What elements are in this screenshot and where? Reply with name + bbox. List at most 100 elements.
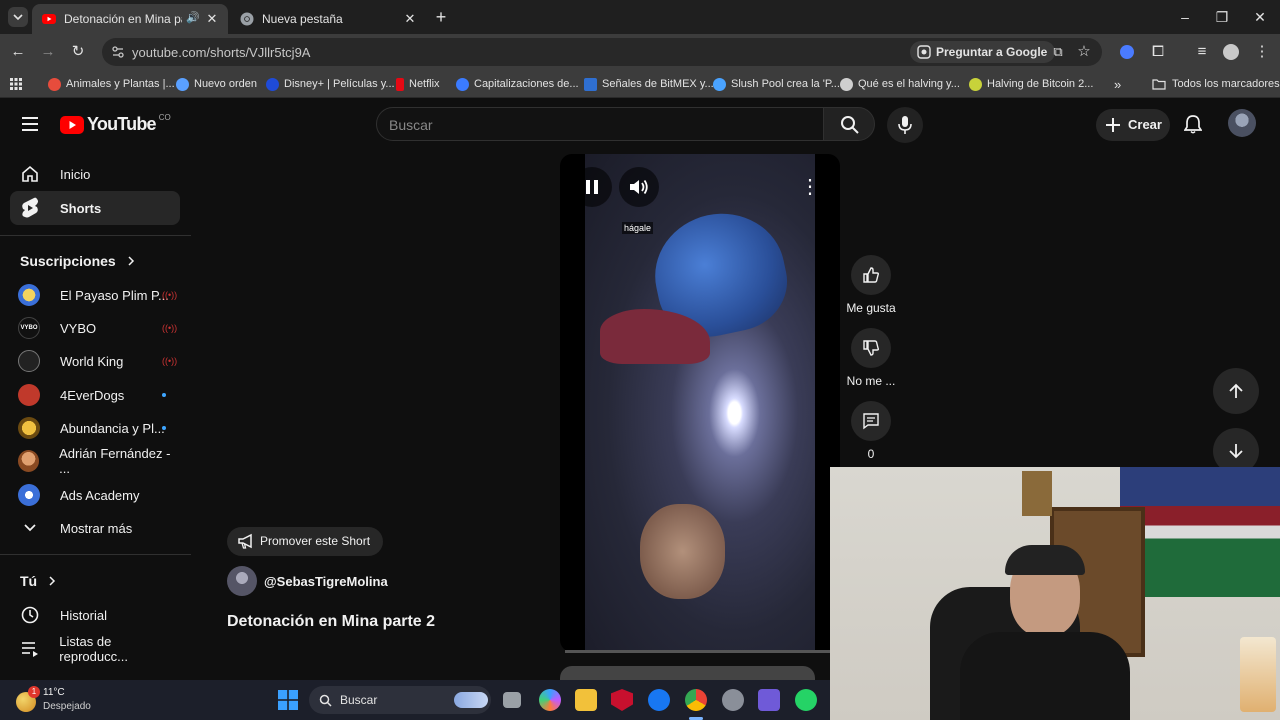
address-bar[interactable]: youtube.com/shorts/VJllr5tcj9A Preguntar…	[102, 38, 1102, 66]
bookmark-item[interactable]: Halving de Bitcoin 2...	[969, 76, 1093, 92]
next-short-preview[interactable]	[560, 666, 815, 680]
bookmark-item[interactable]: Disney+ | Películas y...	[266, 76, 395, 92]
extension-icon[interactable]	[1120, 45, 1134, 59]
close-window-icon[interactable]: ✕	[1251, 8, 1269, 26]
dislike-button[interactable]	[851, 328, 891, 368]
like-button[interactable]	[851, 255, 891, 295]
lamp-shape	[1240, 637, 1276, 712]
apps-grid-icon[interactable]	[10, 78, 22, 90]
maximize-icon[interactable]: ❐	[1213, 8, 1231, 26]
bookmark-item[interactable]: Capitalizaciones de...	[456, 76, 579, 92]
hamburger-menu-icon[interactable]	[20, 115, 40, 133]
forward-arrow-icon[interactable]: →	[38, 42, 58, 62]
bookmark-favicon-icon	[584, 77, 597, 91]
search-highlight-icon	[454, 692, 488, 708]
sidebar-item-shorts[interactable]: Shorts	[10, 191, 180, 225]
you-heading[interactable]: Tú	[20, 573, 57, 589]
sidebar-item-subscription[interactable]: Ads Academy	[10, 478, 180, 512]
media-control-icon[interactable]: ≡	[1192, 42, 1212, 62]
all-bookmarks-folder[interactable]: Todos los marcadores	[1152, 76, 1280, 92]
thumbs-down-icon	[863, 340, 880, 356]
facebook-icon[interactable]	[648, 689, 670, 711]
youtube-logo[interactable]: YouTube CO	[60, 113, 171, 135]
google-lens-icon	[917, 45, 931, 59]
sidebar-item-home[interactable]: Inicio	[10, 157, 180, 191]
taskbar-search[interactable]: Buscar	[309, 686, 491, 714]
hand-shape	[640, 504, 725, 599]
sidebar-item-label: World King	[60, 353, 124, 369]
sidebar-item-label: Historial	[60, 607, 107, 623]
video-progress-bar[interactable]	[565, 650, 831, 653]
show-more-button[interactable]: Mostrar más	[10, 511, 180, 545]
file-explorer-icon[interactable]	[575, 689, 597, 711]
folder-icon	[1152, 79, 1166, 90]
country-code: CO	[158, 113, 171, 122]
mcafee-icon[interactable]	[611, 689, 633, 711]
webcam-overlay	[830, 467, 1280, 720]
volume-button[interactable]	[619, 167, 659, 207]
pause-button[interactable]	[572, 167, 612, 207]
site-info-icon[interactable]	[110, 44, 126, 60]
new-content-dot	[162, 426, 166, 430]
close-tab-icon[interactable]: ✕	[402, 11, 418, 27]
more-options-icon[interactable]: ⋮	[800, 176, 820, 198]
copilot-icon[interactable]	[539, 689, 561, 711]
sidebar-item-playlists[interactable]: Listas de reproducc...	[10, 632, 180, 666]
sidebar-item-label: Shorts	[60, 200, 102, 216]
browser-tab-strip: Detonación en Mina parte 2 🔊 ✕ Nueva pes…	[0, 0, 1280, 34]
reload-icon[interactable]: ↻	[68, 42, 88, 62]
bookmark-item[interactable]: Nuevo orden	[176, 76, 257, 92]
extensions-puzzle-icon[interactable]: ⧠	[1148, 42, 1168, 62]
whatsapp-icon[interactable]	[795, 689, 817, 711]
chrome-icon[interactable]	[685, 689, 707, 711]
create-button[interactable]: Crear	[1096, 109, 1170, 141]
minimize-icon[interactable]: –	[1176, 8, 1194, 26]
sidebar-item-subscription[interactable]: Abundancia y Pl...	[10, 411, 180, 445]
search-icon	[841, 116, 859, 134]
new-tab-icon[interactable]: +	[432, 8, 450, 26]
bookmark-item[interactable]: Señales de BitMEX y...	[584, 76, 714, 92]
short-video-player[interactable]: ⋮ hágale	[560, 154, 840, 652]
task-view-icon[interactable]	[503, 692, 521, 708]
person-body-shape	[960, 632, 1130, 720]
weather-desc: Despejado	[43, 701, 91, 712]
teams-icon[interactable]	[758, 689, 780, 711]
chrome-profile-icon[interactable]	[722, 689, 744, 711]
sidebar-item-history[interactable]: Historial	[10, 598, 180, 632]
bookmark-item[interactable]: Animales y Plantas |...	[48, 76, 175, 92]
user-avatar[interactable]	[1228, 109, 1256, 137]
sidebar-item-subscription[interactable]: World King ((•))	[10, 344, 180, 378]
more-bookmarks-icon[interactable]: »	[1114, 76, 1121, 92]
bookmark-item[interactable]: Netflix	[396, 76, 440, 92]
audio-playing-icon[interactable]: 🔊	[186, 11, 200, 24]
previous-short-button[interactable]	[1213, 368, 1259, 414]
sidebar-item-subscription[interactable]: VYBO VYBO ((•))	[10, 311, 180, 345]
back-arrow-icon[interactable]: ←	[8, 42, 28, 62]
sidebar-item-subscription[interactable]: 4EverDogs	[10, 378, 180, 412]
install-app-icon[interactable]: ⧉	[1048, 42, 1068, 62]
voice-search-button[interactable]	[887, 107, 923, 143]
bookmark-item[interactable]: Slush Pool crea la 'P...	[713, 76, 840, 92]
youtube-logo-text: YouTube	[87, 114, 157, 134]
tab-new-tab[interactable]: Nueva pestaña ✕	[230, 4, 426, 34]
promote-short-button[interactable]: Promover este Short	[227, 527, 384, 556]
ask-google-button[interactable]: Preguntar a Google	[910, 41, 1056, 63]
subscriptions-heading[interactable]: Suscripciones	[20, 253, 136, 269]
tab-youtube-short[interactable]: Detonación en Mina parte 2 🔊 ✕	[32, 4, 228, 34]
search-input[interactable]	[389, 114, 789, 136]
sidebar-item-subscription[interactable]: Adrián Fernández - ...	[10, 444, 180, 478]
bookmark-item[interactable]: Qué es el halving y...	[840, 76, 960, 92]
weather-widget[interactable]: 1 11°C Despejado	[14, 684, 104, 716]
bookmark-label: Halving de Bitcoin 2...	[987, 78, 1094, 90]
tab-search-button[interactable]	[8, 7, 28, 27]
sidebar-item-subscription[interactable]: El Payaso Plim P... ((•))	[10, 278, 180, 312]
windows-start-icon[interactable]	[278, 690, 298, 710]
more-menu-icon[interactable]: ⋮	[1252, 42, 1272, 62]
comments-button[interactable]	[851, 401, 891, 441]
bookmark-star-icon[interactable]: ☆	[1074, 42, 1094, 62]
close-tab-icon[interactable]: ✕	[204, 11, 220, 27]
search-button[interactable]	[823, 107, 875, 141]
profile-avatar[interactable]	[1223, 44, 1239, 60]
channel-link[interactable]: @SebasTigreMolina	[227, 566, 388, 596]
notifications-bell-icon[interactable]	[1184, 114, 1202, 134]
